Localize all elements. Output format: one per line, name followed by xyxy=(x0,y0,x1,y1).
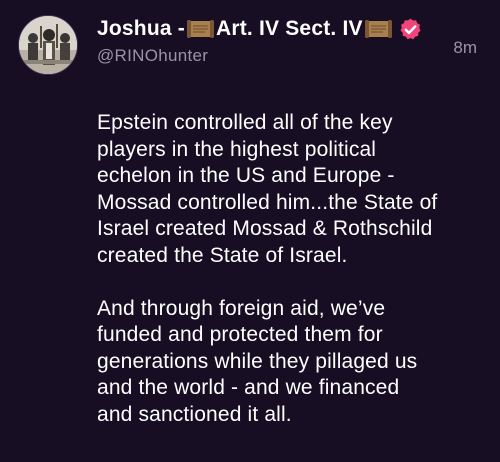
post-card[interactable]: Joshua - Art. IV Sect. IV @RINOhunter 8m… xyxy=(0,0,500,462)
avatar-image xyxy=(19,16,77,74)
verified-badge-icon xyxy=(398,17,423,42)
post-paragraph: And through foreign aid, we’ve funded an… xyxy=(97,296,418,426)
author-name-title: Art. IV Sect. IV xyxy=(215,17,363,40)
post-body: Epstein controlled all of the key player… xyxy=(97,110,482,428)
scroll-icon xyxy=(186,18,214,40)
post-timestamp[interactable]: 8m xyxy=(453,38,477,58)
author-name-prefix: Joshua - xyxy=(97,17,185,40)
avatar[interactable] xyxy=(18,15,78,75)
author-name-row[interactable]: Joshua - Art. IV Sect. IV xyxy=(97,14,423,44)
scroll-icon xyxy=(364,18,392,40)
post-paragraph: Epstein controlled all of the key player… xyxy=(97,111,438,267)
author-handle[interactable]: @RINOhunter xyxy=(97,46,208,66)
